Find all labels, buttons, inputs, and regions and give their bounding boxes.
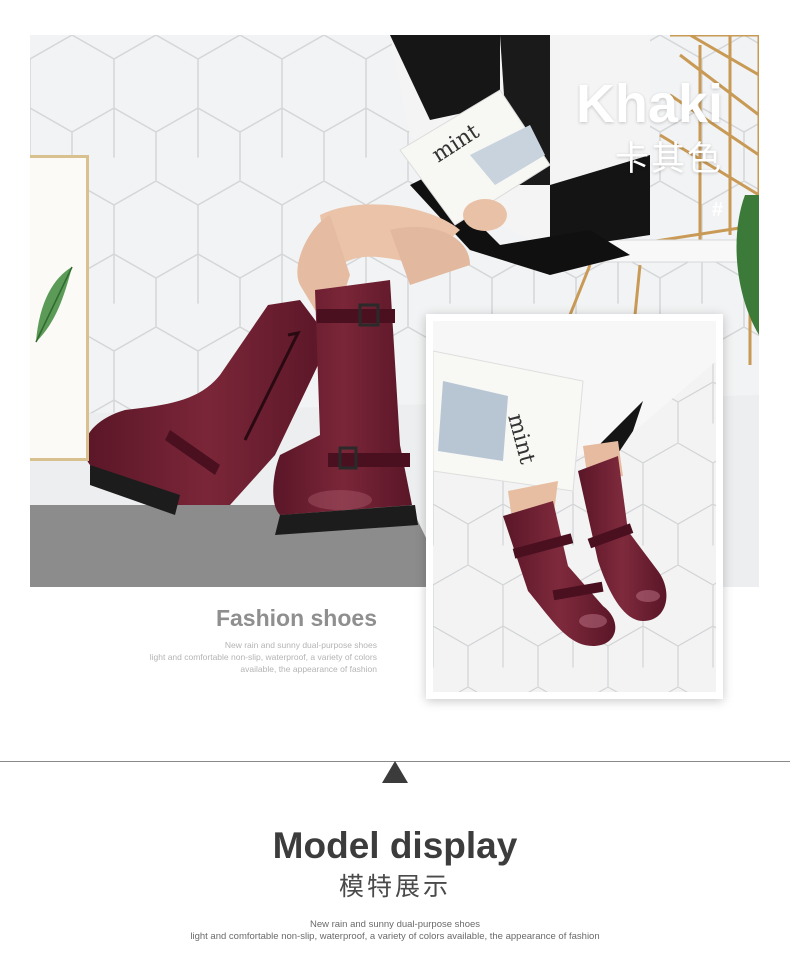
inset-photo: mint (433, 321, 716, 692)
section-title: Model display (272, 825, 518, 866)
fashion-title: Fashion shoes (215, 605, 377, 631)
section-desc-line: light and comfortable non-slip, waterpro… (190, 931, 600, 942)
color-name-chinese: 卡其色 (615, 140, 723, 178)
section-description: New rain and sunny dual-purpose shoes li… (0, 919, 790, 943)
fashion-desc-line: New rain and sunny dual-purpose shoes (224, 640, 377, 650)
section-subtitle: 模特展示 (338, 873, 451, 901)
wall-picture-frame (30, 155, 89, 461)
hash-mark: # (711, 199, 723, 221)
fashion-description: New rain and sunny dual-purpose shoes li… (150, 639, 377, 675)
leaf-icon (35, 266, 73, 343)
section-desc-line: New rain and sunny dual-purpose shoes (309, 919, 481, 930)
fashion-desc-line: light and comfortable non-slip, waterpro… (149, 652, 377, 662)
color-name-title: Khaki (575, 74, 723, 134)
inset-scene: mint (433, 321, 716, 692)
fashion-desc-line: available, the appearance of fashion (240, 664, 377, 674)
triangle-up-icon (382, 761, 408, 783)
inset-photo-card: mint (426, 314, 723, 699)
